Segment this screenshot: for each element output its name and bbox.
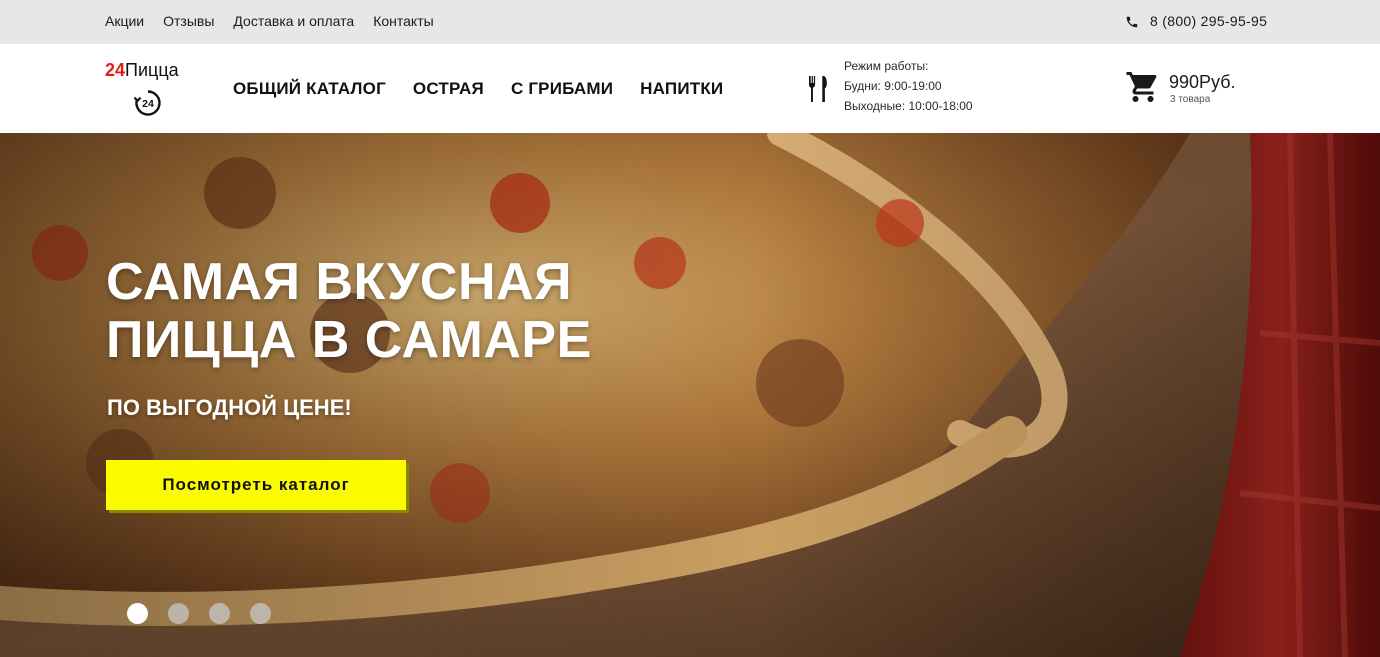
phone-contact[interactable]: 8 (800) 295-95-95 xyxy=(1125,13,1267,30)
hours-weekend: Выходные: 10:00-18:00 xyxy=(844,99,973,113)
logo-number: 24 xyxy=(105,60,126,80)
top-bar: Акции Отзывы Доставка и оплата Контакты … xyxy=(0,0,1380,44)
site-logo[interactable]: 24Пицца 24 xyxy=(105,59,195,121)
slider-dot-4[interactable] xyxy=(250,603,271,624)
main-nav: ОБЩИЙ КАТАЛОГ ОСТРАЯ С ГРИБАМИ НАПИТКИ xyxy=(233,79,723,99)
hero-title: САМАЯ ВКУСНАЯ ПИЦЦА В САМАРЕ xyxy=(106,253,592,369)
nav-item-drinks[interactable]: НАПИТКИ xyxy=(640,79,723,99)
top-link-promotions[interactable]: Акции xyxy=(105,13,144,30)
cutlery-icon xyxy=(808,76,828,102)
cart-button[interactable]: 990Руб. 3 товара xyxy=(1125,69,1236,106)
hero-subtitle: ПО ВЫГОДНОЙ ЦЕНЕ! xyxy=(107,395,352,420)
nav-item-spicy[interactable]: ОСТРАЯ xyxy=(413,79,484,99)
cart-icon xyxy=(1126,72,1157,102)
logo-badge-text: 24 xyxy=(142,98,154,110)
hero-title-line-1: САМАЯ ВКУСНАЯ xyxy=(106,253,572,311)
slider-dots xyxy=(127,603,271,624)
view-catalog-button[interactable]: Посмотреть каталог xyxy=(106,460,406,510)
nav-item-catalog[interactable]: ОБЩИЙ КАТАЛОГ xyxy=(233,79,386,99)
clock-24-icon: 24 xyxy=(133,88,163,118)
top-link-contacts[interactable]: Контакты xyxy=(373,13,433,30)
opening-hours: Режим работы: Будни: 9:00-19:00 Выходные… xyxy=(808,58,973,114)
hero-slider: САМАЯ ВКУСНАЯ ПИЦЦА В САМАРЕ ПО ВЫГОДНОЙ… xyxy=(0,133,1380,657)
logo-text: 24Пицца xyxy=(105,59,195,81)
slider-dot-1[interactable] xyxy=(127,603,148,624)
cart-count: 3 товара xyxy=(1170,94,1211,105)
top-link-delivery[interactable]: Доставка и оплата xyxy=(233,13,354,30)
hours-text: Режим работы: Будни: 9:00-19:00 Выходные… xyxy=(844,58,973,114)
phone-icon xyxy=(1126,16,1138,27)
hours-title: Режим работы: xyxy=(844,59,929,73)
top-link-reviews[interactable]: Отзывы xyxy=(163,13,214,30)
slider-dot-3[interactable] xyxy=(209,603,230,624)
nav-item-mushroom[interactable]: С ГРИБАМИ xyxy=(511,79,613,99)
hero-title-line-2: ПИЦЦА В САМАРЕ xyxy=(106,311,592,369)
phone-number: 8 (800) 295-95-95 xyxy=(1150,13,1268,29)
logo-name: Пицца xyxy=(125,60,179,80)
hours-weekdays: Будни: 9:00-19:00 xyxy=(844,79,942,93)
top-nav: Акции Отзывы Доставка и оплата Контакты xyxy=(105,13,434,30)
main-header: 24Пицца 24 ОБЩИЙ КАТАЛОГ ОСТРАЯ С ГРИБАМ… xyxy=(0,44,1380,133)
cart-total: 990Руб. xyxy=(1169,72,1236,92)
cart-info: 990Руб. 3 товара xyxy=(1169,71,1236,106)
slider-dot-2[interactable] xyxy=(168,603,189,624)
